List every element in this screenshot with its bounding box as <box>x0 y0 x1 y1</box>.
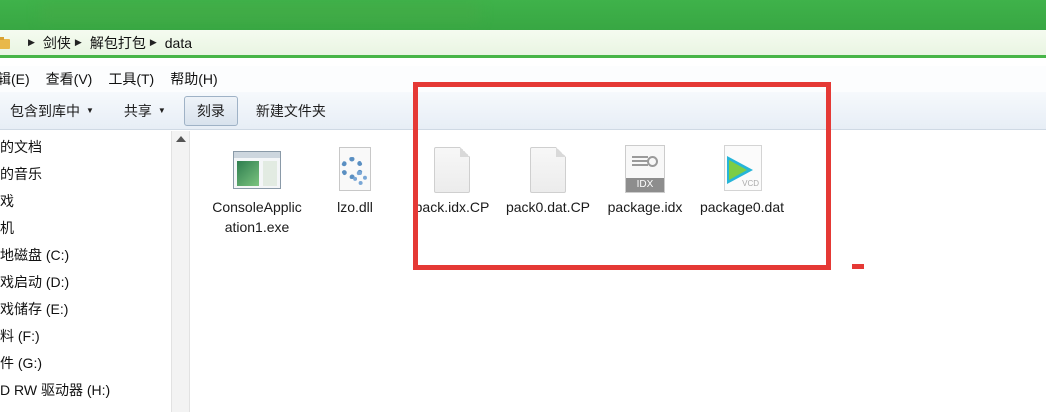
menu-help[interactable]: 帮助(H) <box>170 69 217 89</box>
burn-label: 刻录 <box>196 102 225 119</box>
nav-item-drive-h[interactable]: D RW 驱动器 (H:) <box>0 380 110 400</box>
breadcrumb-item[interactable]: 剑侠 <box>43 33 71 53</box>
menu-tools[interactable]: 工具(T) <box>108 69 154 89</box>
new-folder-button[interactable]: 新建文件夹 <box>244 97 338 125</box>
file-name: ConsoleApplication1.exe <box>212 199 302 235</box>
file-item[interactable]: lzo.dll <box>307 143 403 217</box>
scroll-up-arrow-icon[interactable] <box>176 136 186 142</box>
menu-view[interactable]: 查看(V) <box>46 69 93 89</box>
window-title-bar <box>0 0 1046 30</box>
file-name: lzo.dll <box>337 199 373 215</box>
share-button[interactable]: 共享 ▼ <box>112 97 178 125</box>
share-label: 共享 <box>123 102 152 119</box>
nav-item-music[interactable]: 的音乐 <box>0 164 42 184</box>
caret-down-icon: ▼ <box>157 106 166 115</box>
nav-item-drive-e[interactable]: 戏储存 (E:) <box>0 299 68 319</box>
dll-gear-icon <box>329 143 381 195</box>
nav-item-drive-g[interactable]: 件 (G:) <box>0 353 42 373</box>
nav-scrollbar[interactable] <box>171 131 190 412</box>
nav-item-drive-f[interactable]: 料 (F:) <box>0 326 40 346</box>
navigation-pane: 的文档 的音乐 戏 机 地磁盘 (C:) 戏启动 (D:) 戏储存 (E:) 料… <box>0 131 171 412</box>
breadcrumb-item[interactable]: data <box>165 35 192 51</box>
burn-button[interactable]: 刻录 <box>183 95 238 126</box>
file-item[interactable]: ConsoleApplication1.exe <box>209 143 305 237</box>
new-folder-label: 新建文件夹 <box>255 102 326 119</box>
breadcrumb-item[interactable]: 解包打包 <box>90 33 146 53</box>
menu-edit[interactable]: 辑(E) <box>0 69 30 89</box>
chevron-right-icon[interactable]: ▶ <box>75 37 82 48</box>
nav-item-documents[interactable]: 的文档 <box>0 137 42 157</box>
chevron-right-icon[interactable]: ▶ <box>150 37 157 48</box>
red-annotation-mark <box>852 264 864 269</box>
nav-item-drive-c[interactable]: 地磁盘 (C:) <box>0 245 69 265</box>
nav-item-drive-d[interactable]: 戏启动 (D:) <box>0 272 69 292</box>
exe-icon <box>231 143 283 195</box>
include-in-library-button[interactable]: 包含到库中 ▼ <box>0 97 106 125</box>
caret-down-icon: ▼ <box>86 106 94 115</box>
nav-item-games[interactable]: 戏 <box>0 191 14 211</box>
folder-icon <box>0 36 12 50</box>
red-highlight-box <box>413 82 831 270</box>
nav-item-computer[interactable]: 机 <box>0 218 14 238</box>
include-in-library-label: 包含到库中 <box>10 102 80 119</box>
address-bar[interactable]: ▶ 剑侠 ▶ 解包打包 ▶ data <box>0 30 1046 58</box>
chevron-right-icon[interactable]: ▶ <box>28 37 35 48</box>
